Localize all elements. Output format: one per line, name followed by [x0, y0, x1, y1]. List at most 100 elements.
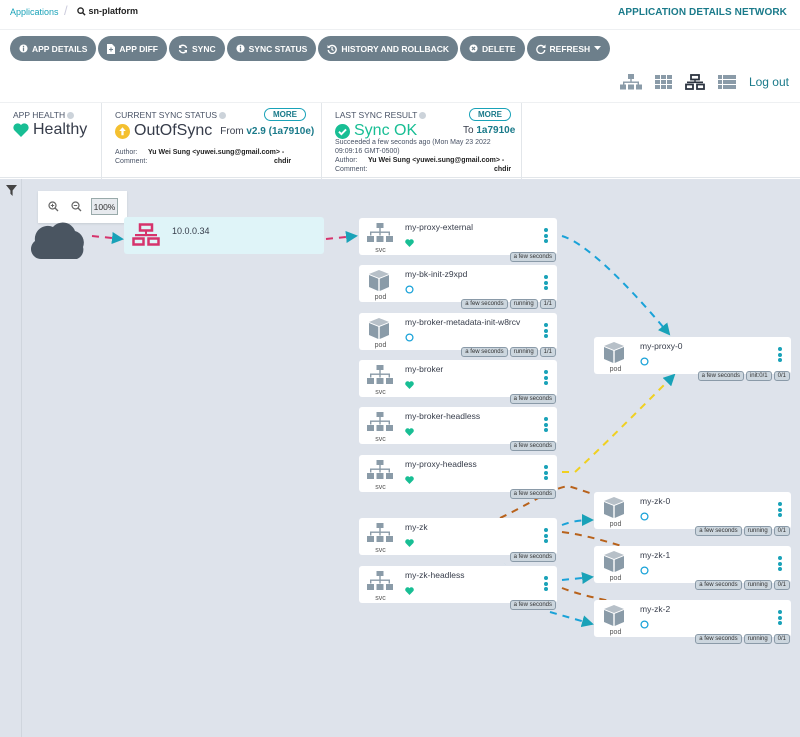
- resource-tag: a few seconds: [509, 394, 556, 404]
- sitemap-icon: [619, 74, 642, 90]
- resource-tag: a few seconds: [509, 252, 556, 262]
- more-vertical-icon[interactable]: [544, 576, 548, 593]
- resource-node-my-proxy-external[interactable]: svc my-proxy-external a few seconds: [359, 218, 557, 262]
- network-icon: [132, 223, 160, 246]
- delete-label: DELETE: [482, 43, 516, 54]
- top-bar: Applications / sn-platform APPLICATION D…: [0, 0, 800, 30]
- app-diff-button[interactable]: APP DIFF: [98, 36, 167, 61]
- app-health-label: APP HEALTH: [13, 110, 75, 120]
- sync-label: SYNC: [192, 43, 216, 54]
- more-vertical-icon[interactable]: [778, 502, 782, 519]
- resource-tag: running: [743, 526, 772, 536]
- zoom-in-icon[interactable]: [48, 201, 59, 212]
- resource-tags: a few seconds running 0/1: [695, 634, 790, 644]
- help-icon[interactable]: [219, 112, 227, 119]
- resource-kind: svc: [375, 547, 386, 554]
- resource-node-my-broker-metadata-init-w8rcv[interactable]: pod my-broker-metadata-init-w8rcv a few se…: [359, 313, 557, 357]
- last-sync-more-button[interactable]: MORE: [469, 108, 511, 121]
- edge-proxy-external-to-proxy-0: [561, 235, 671, 336]
- app-diff-label: APP DIFF: [119, 43, 158, 54]
- more-vertical-icon[interactable]: [544, 528, 548, 545]
- tree-view-button[interactable]: [619, 74, 642, 90]
- resource-kind: svc: [375, 247, 386, 254]
- resource-node-my-proxy-0[interactable]: pod my-proxy-0 a few seconds init:0/1 0/1: [594, 337, 791, 381]
- resource-kind: svc: [375, 484, 386, 491]
- app-details-button[interactable]: APP DETAILS: [10, 36, 97, 61]
- delete-button[interactable]: DELETE: [460, 36, 525, 61]
- sync-status-button[interactable]: SYNC STATUS: [226, 36, 317, 61]
- resource-node-my-bk-init-z9xpd[interactable]: pod my-bk-init-z9xpd a few seconds running 1…: [359, 265, 557, 309]
- more-vertical-icon[interactable]: [544, 417, 548, 434]
- resource-name: my-proxy-external: [405, 222, 474, 232]
- resource-tag: a few seconds: [695, 634, 742, 644]
- resource-node-my-zk-0[interactable]: pod my-zk-0 a few seconds running 0/1: [594, 492, 791, 536]
- help-icon[interactable]: [67, 112, 75, 119]
- resource-tags: a few seconds running 0/1: [695, 526, 790, 536]
- load-balancer-ip: 10.0.0.34: [172, 226, 210, 236]
- resource-name: my-bk-init-z9xpd: [405, 269, 468, 279]
- resource-tags: a few seconds init:0/1 0/1: [697, 371, 790, 381]
- network-view-button[interactable]: [685, 74, 705, 90]
- load-balancer-node[interactable]: 10.0.0.34: [124, 217, 324, 254]
- more-vertical-icon[interactable]: [778, 610, 782, 627]
- sync-icon: [178, 44, 188, 53]
- resource-node-my-zk[interactable]: svc my-zk a few seconds: [359, 518, 557, 562]
- resource-kind: svc: [375, 436, 386, 443]
- last-sync-detail: Succeeded a few seconds ago (Mon May 23 …: [335, 139, 491, 146]
- resource-node-my-broker[interactable]: svc my-broker a few seconds: [359, 360, 557, 404]
- resource-kind: svc: [375, 389, 386, 396]
- pod-icon: [602, 342, 626, 369]
- more-vertical-icon[interactable]: [778, 556, 782, 573]
- resource-tag: 0/1: [773, 526, 790, 536]
- last-sync-comment-label: Comment:: [335, 166, 368, 173]
- info-circle-icon: [236, 44, 245, 53]
- pods-view-button[interactable]: [654, 75, 672, 89]
- resource-tags: a few seconds: [509, 394, 556, 404]
- edge-zk-headless-to-zk-2-blue: [549, 611, 594, 628]
- breadcrumb-applications-link[interactable]: Applications: [10, 7, 59, 17]
- zoom-out-icon[interactable]: [71, 201, 82, 212]
- resource-node-my-proxy-headless[interactable]: svc my-proxy-headless a few seconds: [359, 455, 557, 499]
- more-vertical-icon[interactable]: [778, 347, 782, 364]
- logout-link[interactable]: Log out: [749, 75, 789, 89]
- resource-tags: a few seconds running 1/1: [461, 347, 556, 357]
- progressing-icon: [640, 508, 649, 526]
- last-sync-revision-link[interactable]: 1a7910e: [476, 125, 515, 136]
- list-view-button[interactable]: [717, 75, 736, 89]
- resource-node-my-broker-headless[interactable]: svc my-broker-headless a few seconds: [359, 407, 557, 451]
- resource-name: my-zk-1: [640, 550, 671, 560]
- more-vertical-icon[interactable]: [544, 275, 548, 292]
- last-sync-author-label: Author:: [335, 157, 358, 164]
- last-sync-comment: chdir: [494, 166, 512, 173]
- zoom-level[interactable]: 100%: [91, 198, 118, 215]
- resource-tag: a few seconds: [461, 347, 508, 357]
- resource-kind: pod: [609, 521, 622, 528]
- pod-icon: [367, 318, 391, 345]
- more-vertical-icon[interactable]: [544, 228, 548, 245]
- resource-node-my-zk-headless[interactable]: svc my-zk-headless a few seconds: [359, 566, 557, 610]
- progressing-icon: [640, 562, 649, 580]
- current-sync-more-button[interactable]: MORE: [264, 108, 306, 121]
- heart-icon: [405, 471, 414, 489]
- more-vertical-icon[interactable]: [544, 323, 548, 340]
- resource-node-my-zk-2[interactable]: pod my-zk-2 a few seconds running 0/1: [594, 600, 791, 644]
- resource-tag: 1/1: [539, 347, 556, 357]
- progressing-icon: [640, 353, 649, 371]
- sync-button[interactable]: SYNC: [169, 36, 225, 61]
- resource-tag: a few seconds: [509, 441, 556, 451]
- resource-name: my-zk: [405, 522, 428, 532]
- more-vertical-icon[interactable]: [544, 370, 548, 387]
- refresh-button[interactable]: REFRESH: [526, 36, 611, 61]
- resource-node-my-zk-1[interactable]: pod my-zk-1 a few seconds running 0/1: [594, 546, 791, 590]
- history-rollback-button[interactable]: HISTORY AND ROLLBACK: [318, 36, 459, 61]
- arrow-circle-up-icon: [115, 123, 130, 139]
- more-vertical-icon[interactable]: [544, 465, 548, 482]
- network-graph-canvas[interactable]: 100% 10.0.0.34 svc my-proxy-external a few…: [0, 179, 800, 737]
- resource-tag: a few seconds: [697, 371, 744, 381]
- current-sync-revision-link[interactable]: v2.9 (1a7910e): [246, 126, 314, 137]
- redo-icon: [535, 44, 546, 54]
- help-icon[interactable]: [419, 112, 427, 119]
- info-circle-icon: [19, 44, 28, 53]
- breadcrumb-current[interactable]: sn-platform: [77, 6, 138, 16]
- pod-icon: [602, 551, 626, 578]
